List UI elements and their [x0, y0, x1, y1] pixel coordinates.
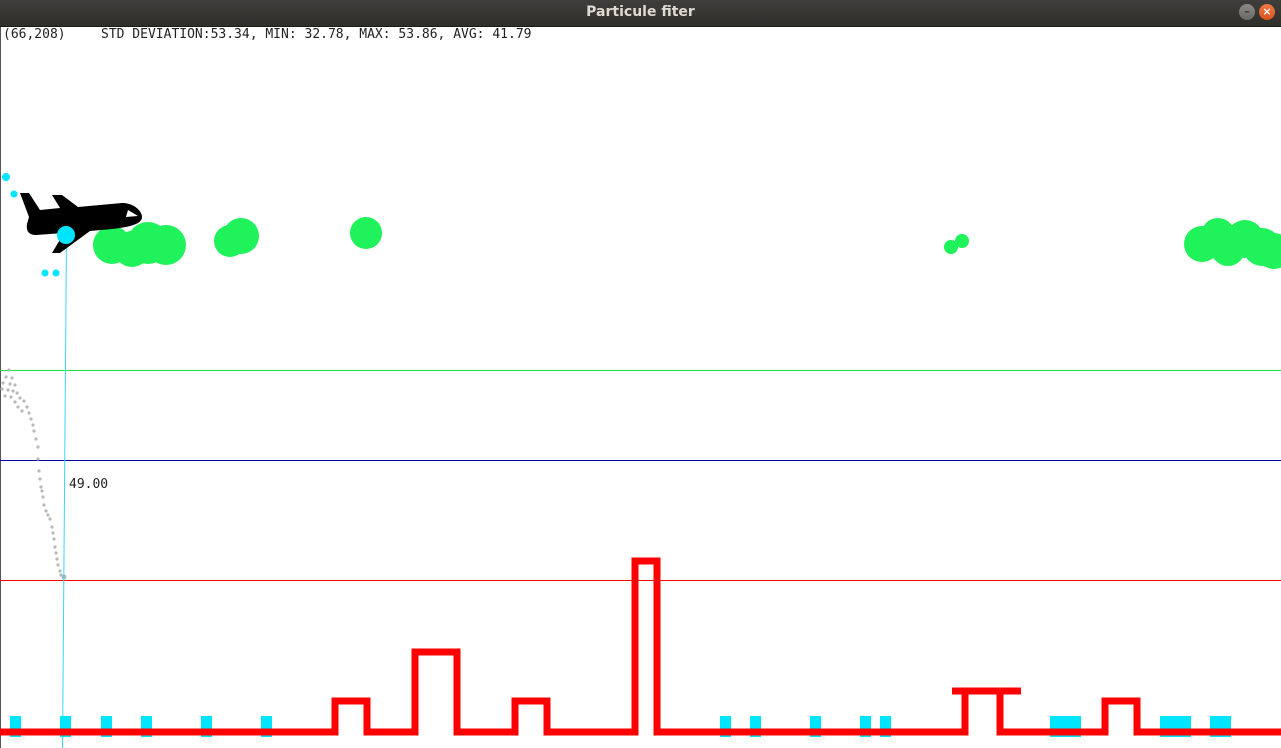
minimize-icon[interactable]: –	[1239, 4, 1255, 20]
measurement-label: 49.00	[69, 477, 108, 492]
cloud-group-3	[350, 217, 382, 249]
cursor-coordinates: (66,208)	[3, 27, 66, 42]
cloud-group-4	[944, 234, 969, 254]
particle-trail	[0, 368, 67, 580]
window-title: Particule fiter	[586, 4, 695, 20]
close-icon[interactable]: ×	[1259, 4, 1275, 20]
cloud-group-2	[214, 218, 259, 257]
statistics-readout: STD DEVIATION:53.34, MIN: 32.78, MAX: 53…	[101, 27, 531, 42]
measurement-beam	[62, 234, 67, 748]
weight-histogram	[0, 557, 1281, 736]
cloud-group-5	[1184, 218, 1281, 269]
estimated-position	[57, 226, 75, 244]
simulation-canvas: (66,208) STD DEVIATION:53.34, MIN: 32.78…	[0, 27, 1281, 748]
window-titlebar: Particule fiter – ×	[0, 0, 1281, 27]
